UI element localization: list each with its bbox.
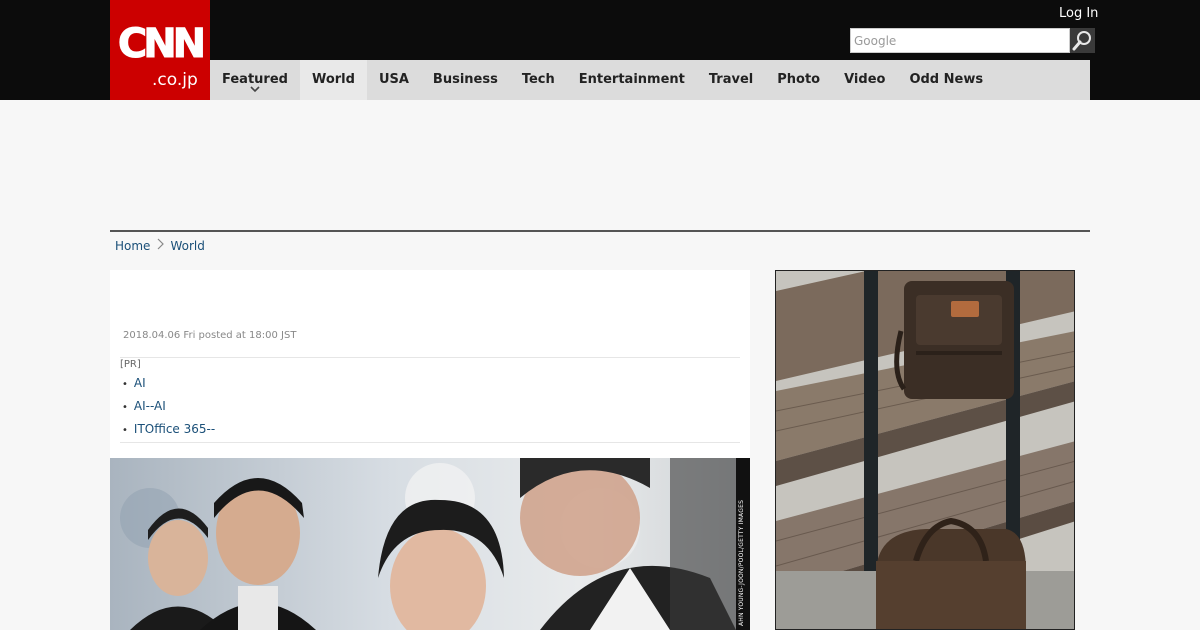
logo-domain: .co.jp: [152, 70, 198, 90]
nav-item-world[interactable]: World: [299, 60, 367, 100]
cnn-logo[interactable]: CNN .co.jp: [110, 0, 210, 100]
pr-link-label: AI: [133, 376, 146, 390]
nav-item-business[interactable]: Business: [421, 60, 510, 100]
header-bar: CNN .co.jp Log In Featured World USA Bus…: [0, 0, 1200, 100]
bullet-icon: •: [122, 402, 128, 413]
pr-link-item[interactable]: • AI--AI: [120, 397, 215, 420]
chevron-right-icon: [156, 237, 165, 255]
pr-links-box: [PR] • AI • AI--AI • ITOffice 365--: [120, 357, 740, 443]
logo-wordmark: CNN: [117, 21, 206, 67]
nav-item-tech[interactable]: Tech: [510, 60, 567, 100]
article-card: 2018.04.06 Fri posted at 18:00 JST [PR] …: [110, 270, 750, 630]
pr-link-label: AI--AI: [133, 399, 166, 413]
pr-link-label: ITOffice 365--: [133, 422, 216, 436]
nav-item-label: USA: [378, 72, 409, 87]
nav-item-label: Video: [844, 72, 886, 87]
search-button[interactable]: [1070, 28, 1095, 53]
login-link[interactable]: Log In: [1059, 6, 1098, 22]
bullet-icon: •: [122, 379, 128, 390]
section-divider: [110, 230, 1090, 232]
nav-item-odd-news[interactable]: Odd News: [897, 60, 995, 100]
bullet-icon: •: [122, 425, 128, 436]
nav-item-label: Tech: [521, 72, 555, 87]
pr-link-item[interactable]: • AI: [120, 374, 215, 397]
chevron-down-icon: [250, 86, 260, 93]
nav-item-video[interactable]: Video: [832, 60, 897, 100]
breadcrumb-world[interactable]: World: [170, 237, 204, 255]
nav-item-label: World: [311, 72, 355, 87]
photo-credit-text: AHN YOUNG-JOON/POOL/GETTY IMAGES: [738, 499, 745, 626]
article-photo[interactable]: AHN YOUNG-JOON/POOL/GETTY IMAGES: [110, 458, 750, 630]
nav-item-travel[interactable]: Travel: [697, 60, 765, 100]
nav-item-usa[interactable]: USA: [367, 60, 421, 100]
breadcrumb-home[interactable]: Home: [115, 237, 150, 255]
post-timestamp: 2018.04.06 Fri posted at 18:00 JST: [123, 330, 297, 341]
search-input[interactable]: [850, 28, 1070, 53]
nav-item-label: Entertainment: [578, 72, 685, 87]
nav-item-label: Photo: [777, 72, 821, 87]
nav-item-photo[interactable]: Photo: [765, 60, 832, 100]
ad-banner-area: [110, 100, 1090, 230]
nav-item-label: Business: [432, 72, 498, 87]
sidebar-advertisement[interactable]: [775, 270, 1075, 630]
pr-label: [PR]: [120, 359, 141, 370]
nav-item-featured[interactable]: Featured: [210, 60, 300, 100]
main-nav: Featured World USA Business Tech Enterta…: [210, 60, 1090, 100]
breadcrumb: Home World: [115, 237, 205, 255]
bag-ad-image: [776, 271, 1074, 629]
nav-item-entertainment[interactable]: Entertainment: [567, 60, 697, 100]
nav-item-label: Travel: [708, 72, 754, 87]
news-photo-image: [110, 458, 736, 630]
pr-link-item[interactable]: • ITOffice 365--: [120, 420, 215, 443]
photo-credit: AHN YOUNG-JOON/POOL/GETTY IMAGES: [736, 458, 750, 630]
nav-item-label: Odd News: [909, 72, 984, 87]
search-icon: [1072, 31, 1091, 51]
pr-list: • AI • AI--AI • ITOffice 365--: [120, 374, 215, 443]
